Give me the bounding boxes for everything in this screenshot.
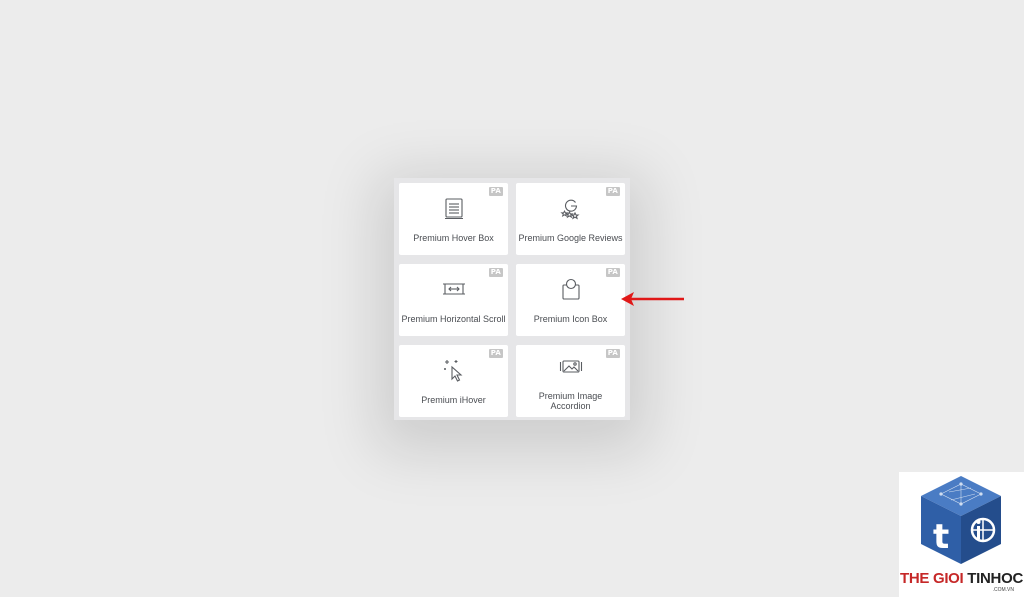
pa-badge: PA: [488, 349, 503, 358]
watermark-brand: THE GIOI TINHOC: [899, 570, 1024, 587]
brand-dark-text: TINHOC: [967, 570, 1023, 587]
pa-badge: PA: [605, 268, 620, 277]
icon-box-icon: [558, 276, 584, 302]
brand-domain: .COM.VN: [992, 587, 1014, 593]
pa-badge: PA: [605, 349, 620, 358]
image-accordion-icon: [558, 353, 584, 379]
widget-premium-horizontal-scroll[interactable]: PA Premium Horizontal Scroll: [399, 264, 508, 336]
watermark-logo: t THE GIOI TINHOC .COM.VN: [899, 472, 1024, 597]
brand-red-text: THE GIOI: [899, 570, 964, 587]
svg-text:t: t: [933, 517, 949, 557]
widget-premium-hover-box[interactable]: PA Premium Hover Box: [399, 183, 508, 255]
pa-badge: PA: [605, 187, 620, 196]
pa-badge: PA: [488, 268, 503, 277]
pa-badge: PA: [488, 187, 503, 196]
sparkle-cursor-icon: [441, 357, 467, 383]
widget-label: Premium iHover: [421, 395, 486, 405]
widget-label: Premium Google Reviews: [518, 233, 623, 243]
cube-logo-icon: t: [921, 476, 1001, 564]
widget-premium-google-reviews[interactable]: PA Premium Google Reviews: [516, 183, 625, 255]
widget-premium-image-accordion[interactable]: PA Premium Image Accordion: [516, 345, 625, 417]
widget-label: Premium Image Accordion: [538, 391, 603, 411]
widget-label: Premium Hover Box: [413, 233, 494, 243]
google-reviews-icon: [558, 195, 584, 221]
red-arrow-icon: [621, 292, 684, 306]
widgets-panel: PA Premium Hover Box PA Premium Google R: [394, 178, 630, 420]
horizontal-scroll-icon: [441, 276, 467, 302]
widget-label: Premium Icon Box: [533, 314, 608, 324]
widget-premium-ihover[interactable]: PA Premium iHover: [399, 345, 508, 417]
widget-label: Premium Horizontal Scroll: [401, 314, 506, 324]
widget-premium-icon-box[interactable]: PA Premium Icon Box: [516, 264, 625, 336]
document-list-icon: [441, 195, 467, 221]
